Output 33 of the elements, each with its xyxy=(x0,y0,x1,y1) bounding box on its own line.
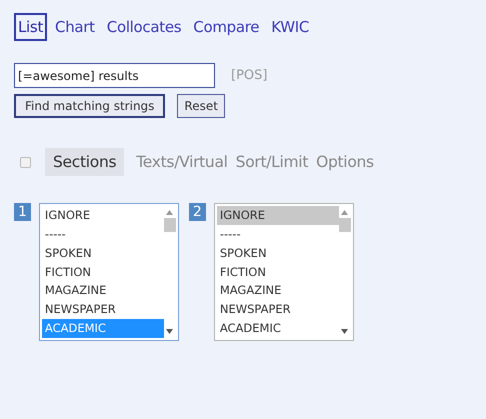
list-option[interactable]: FICTION xyxy=(42,262,164,282)
mode-tab[interactable]: Compare xyxy=(189,13,264,41)
list-option[interactable]: ----- xyxy=(216,224,339,244)
search-field[interactable]: [=awesome] results xyxy=(14,63,215,88)
number-badge: 1 xyxy=(14,203,31,221)
scroll-up-icon[interactable] xyxy=(166,210,174,215)
option-tab[interactable]: Sections xyxy=(45,148,124,176)
list-option[interactable]: IGNORE xyxy=(42,206,164,225)
reset-button[interactable]: Reset xyxy=(177,94,225,118)
mode-tab[interactable]: Collocates xyxy=(102,13,186,41)
list-option[interactable]: MAGAZINE xyxy=(42,281,164,300)
scrollbar-thumb[interactable] xyxy=(164,218,176,232)
list-option[interactable]: NEWSPAPER xyxy=(216,300,339,320)
mode-tab[interactable]: KWIC xyxy=(267,13,314,41)
checkbox[interactable] xyxy=(20,156,31,168)
list-option[interactable]: ACADEMIC xyxy=(216,319,339,338)
list-option[interactable]: SPOKEN xyxy=(42,244,164,263)
scroll-down-icon[interactable] xyxy=(166,329,174,334)
list-option[interactable]: IGNORE xyxy=(216,206,339,225)
list-option[interactable]: ----- xyxy=(42,224,164,244)
number-badge: 2 xyxy=(188,203,206,221)
mode-tab[interactable]: List xyxy=(14,13,48,41)
mode-tab[interactable]: Chart xyxy=(51,13,99,41)
scrollbar-thumb[interactable] xyxy=(338,218,351,232)
scroll-down-icon[interactable] xyxy=(341,329,348,334)
list-option[interactable]: NEWSPAPER xyxy=(42,300,164,320)
list-option[interactable]: FICTION xyxy=(216,262,339,282)
section-listbox[interactable]: IGNORE ----- SPOKEN FICTION MAGAZINE NEWSPAPER ACADEMIC xyxy=(214,203,354,341)
list-option[interactable]: MAGAZINE xyxy=(216,281,339,300)
find-button[interactable]: Find matching strings xyxy=(14,94,166,118)
scroll-up-icon[interactable] xyxy=(341,210,348,215)
section-listbox[interactable]: IGNORE ----- SPOKEN FICTION MAGAZINE NEWSPAPER ACADEMIC xyxy=(38,203,179,341)
list-option[interactable]: SPOKEN xyxy=(216,244,339,263)
